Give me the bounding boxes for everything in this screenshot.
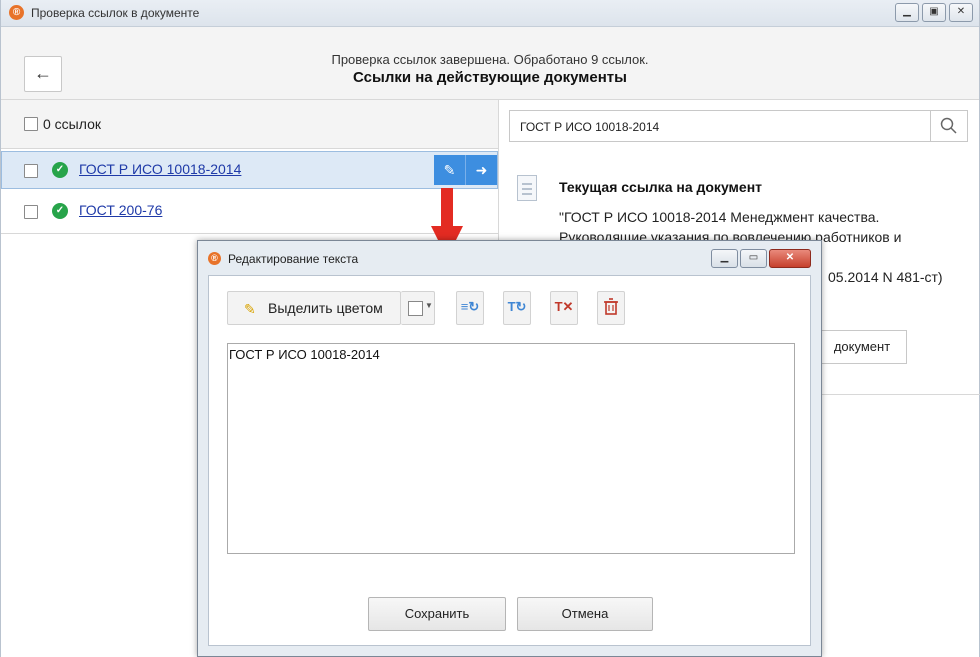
close-icon[interactable]: ✕ <box>949 3 973 22</box>
row-checkbox[interactable] <box>24 164 38 178</box>
replace-format-icon: ≡↻ <box>460 299 480 314</box>
check-circle-icon: ✓ <box>52 162 68 178</box>
search-icon <box>940 117 957 134</box>
check-status-text: Проверка ссылок завершена. Обработано 9 … <box>331 52 649 67</box>
reference-link[interactable]: ГОСТ Р ИСО 10018-2014 <box>79 161 241 177</box>
edit-icon[interactable]: ✎ <box>434 155 465 185</box>
row-checkbox[interactable] <box>24 205 38 219</box>
maximize-icon[interactable]: ▣ <box>922 3 946 22</box>
document-icon <box>517 175 537 201</box>
color-swatch-icon <box>408 301 423 316</box>
text-editor[interactable]: ГОСТ Р ИСО 10018-2014 <box>227 343 795 554</box>
highlight-color-button[interactable]: ✎ Выделить цветом <box>227 291 401 325</box>
check-circle-icon: ✓ <box>52 203 68 219</box>
window-title: Проверка ссылок в документе <box>31 6 200 20</box>
references-list: ✓ ГОСТ Р ИСО 10018-2014 ✎ ➜ ✓ ГОСТ 200-7… <box>1 149 498 234</box>
dialog-window-controls: ▁ ▭ ✕ <box>711 249 811 268</box>
editor-text: ГОСТ Р ИСО 10018-2014 <box>229 347 380 362</box>
remove-format-icon: T✕ <box>554 299 574 314</box>
selected-count-label: 0 ссылок <box>43 116 101 132</box>
cancel-button[interactable]: Отмена <box>517 597 653 631</box>
maximize-icon[interactable]: ▭ <box>740 249 767 268</box>
select-all-checkbox[interactable] <box>24 117 38 131</box>
dialog-title: Редактирование текста <box>228 252 359 266</box>
highlight-label: Выделить цветом <box>268 300 383 316</box>
page-title: Ссылки на действующие документы <box>353 69 627 86</box>
search-button[interactable] <box>930 111 967 141</box>
delete-button[interactable] <box>597 291 625 325</box>
row-actions: ✎ ➜ <box>434 155 497 185</box>
replace-format-button[interactable]: ≡↻ <box>456 291 484 325</box>
close-icon[interactable]: ✕ <box>769 249 811 268</box>
current-reference-text-tail: 05.2014 N 481-ст) <box>828 269 943 285</box>
list-item[interactable]: ✓ ГОСТ 200-76 <box>1 192 498 230</box>
open-document-button[interactable]: документ <box>817 330 907 364</box>
clear-format-icon: T↻ <box>507 299 527 314</box>
window-titlebar: ® Проверка ссылок в документе ▁ ▣ ✕ <box>1 0 979 27</box>
list-item[interactable]: ✓ ГОСТ Р ИСО 10018-2014 ✎ ➜ <box>1 151 498 189</box>
color-picker-dropdown[interactable]: ▼ <box>401 291 435 325</box>
highlight-pencil-icon: ✎ <box>244 301 256 317</box>
page-header: ← Проверка ссылок завершена. Обработано … <box>1 27 979 100</box>
app-logo-icon: ® <box>9 5 24 20</box>
dialog-titlebar: ® Редактирование текста ▁ ▭ ✕ <box>198 241 821 275</box>
app-logo-icon: ® <box>208 252 221 265</box>
search-value: ГОСТ Р ИСО 10018-2014 <box>520 120 660 134</box>
delete-icon <box>604 298 618 315</box>
edit-text-dialog: ® Редактирование текста ▁ ▭ ✕ ✎ Выделить… <box>197 240 822 657</box>
dialog-body: ✎ Выделить цветом ▼ ≡↻ T↻ T✕ ГОСТ Р ИСО … <box>208 275 811 646</box>
remove-format-button[interactable]: T✕ <box>550 291 578 325</box>
chevron-down-icon: ▼ <box>425 301 433 310</box>
search-input[interactable]: ГОСТ Р ИСО 10018-2014 <box>509 110 968 142</box>
select-all-row: 0 ссылок <box>1 100 498 149</box>
current-reference-title: Текущая ссылка на документ <box>559 179 762 195</box>
minimize-icon[interactable]: ▁ <box>711 249 738 268</box>
save-button[interactable]: Сохранить <box>368 597 506 631</box>
window-controls: ▁ ▣ ✕ <box>895 3 973 22</box>
reference-link[interactable]: ГОСТ 200-76 <box>79 202 162 218</box>
clear-format-button[interactable]: T↻ <box>503 291 531 325</box>
go-to-icon[interactable]: ➜ <box>465 155 497 185</box>
minimize-icon[interactable]: ▁ <box>895 3 919 22</box>
